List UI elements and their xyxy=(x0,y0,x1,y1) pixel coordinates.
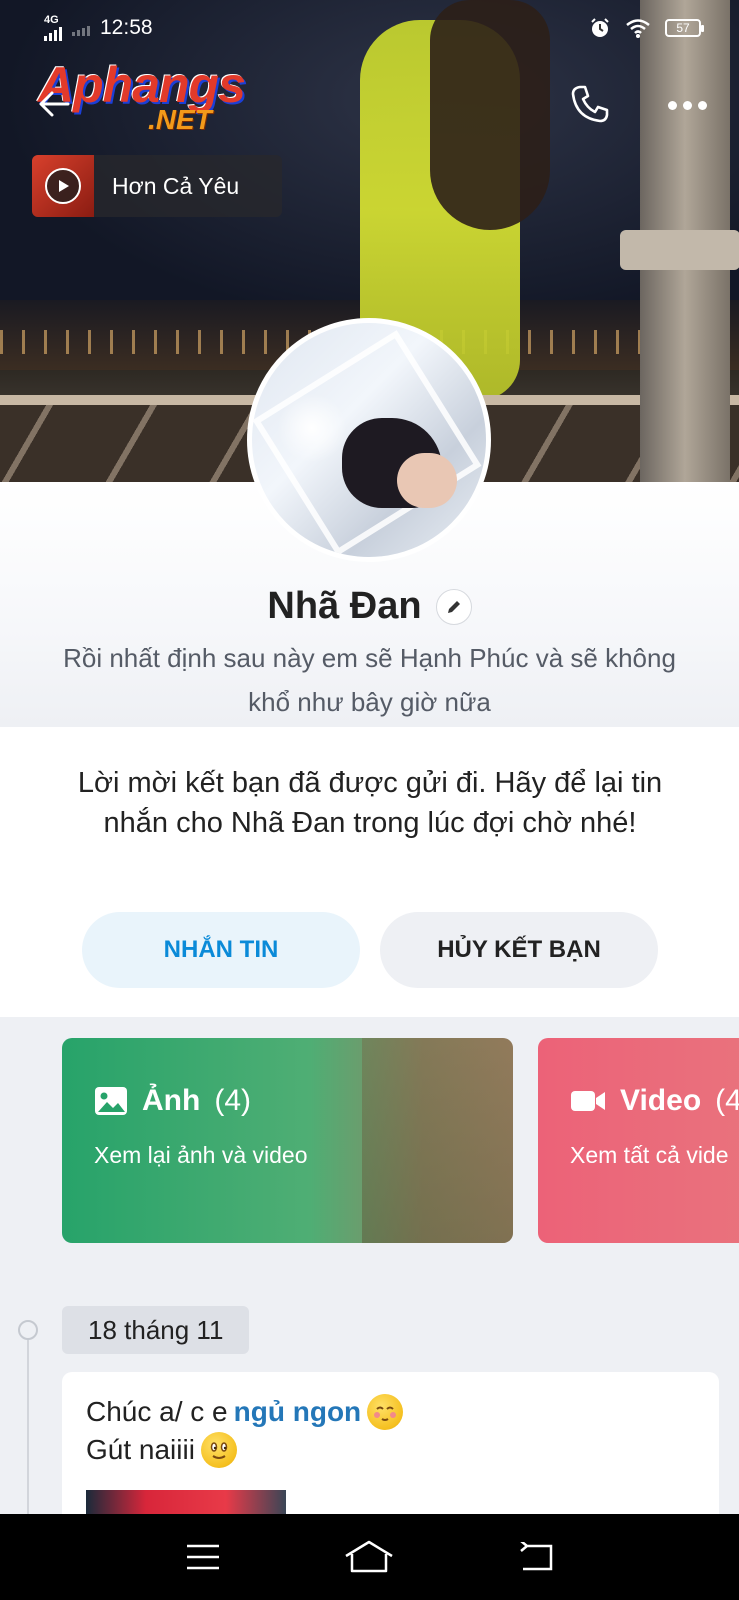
photos-count: (4) xyxy=(214,1084,251,1117)
return-icon xyxy=(520,1542,553,1571)
videos-title: Video xyxy=(620,1084,702,1117)
timeline-post[interactable]: Chúc a/ c e ngủ ngon Gút naiiii xyxy=(62,1372,719,1532)
request-message: Lời mời kết bạn đã được gửi đi. Hãy để l… xyxy=(77,767,663,839)
timeline-date: 18 tháng 11 xyxy=(62,1306,250,1354)
post-text-prefix: Chúc a/ c e xyxy=(86,1396,228,1427)
profile-name: Nhã Đan xyxy=(267,585,422,627)
profile-screen: 4G 12:58 57 Aphangs .NET Hơn Cả Yêu Nhã … xyxy=(0,0,739,1600)
post-line-2: Gút naiiii xyxy=(86,1432,237,1468)
clock: 12:58 xyxy=(100,16,153,39)
post-line-1: Chúc a/ c e ngủ ngon xyxy=(86,1394,404,1430)
music-title: Hơn Cả Yêu xyxy=(112,172,240,199)
system-navigation-bar xyxy=(0,1514,739,1600)
home-button[interactable] xyxy=(339,1532,399,1582)
timeline-dot xyxy=(18,1320,38,1340)
cancel-friend-request-button[interactable]: HỦY KẾT BẠN xyxy=(380,912,658,988)
back-button[interactable] xyxy=(34,84,78,128)
signal-icon xyxy=(44,25,62,41)
phone-icon xyxy=(571,85,609,123)
logo-suffix: .NET xyxy=(148,104,212,135)
photos-card[interactable]: Ảnh (4) Xem lại ảnh và video xyxy=(62,1038,513,1243)
timeline-line xyxy=(27,1330,29,1520)
status-bar: 4G 12:58 57 xyxy=(0,0,739,56)
menu-button[interactable] xyxy=(173,1532,233,1582)
edit-name-button[interactable] xyxy=(435,588,472,625)
music-album-art xyxy=(32,155,94,217)
home-icon xyxy=(345,1540,394,1573)
blushing-emoji-icon xyxy=(367,1394,404,1430)
battery-icon: 57 xyxy=(665,19,704,37)
profile-music-player[interactable]: Hơn Cả Yêu xyxy=(32,155,282,217)
photos-title: Ảnh xyxy=(142,1084,201,1117)
post-highlight-link[interactable]: ngủ ngon xyxy=(234,1396,362,1428)
profile-bio: Rồi nhất định sau này em sẽ Hạnh Phúc và… xyxy=(63,643,676,717)
play-button[interactable] xyxy=(45,168,81,204)
image-icon xyxy=(95,1087,127,1115)
avatar[interactable] xyxy=(247,318,491,562)
post-text-line-2: Gút naiiii xyxy=(86,1434,195,1465)
return-button[interactable] xyxy=(506,1532,566,1582)
videos-card[interactable]: Video (4) Xem tất cả vide xyxy=(538,1038,739,1243)
profile-name-row: Nhã Đan xyxy=(0,585,739,628)
battery-level: 57 xyxy=(676,21,690,35)
alarm-icon xyxy=(591,18,609,37)
pencil-icon xyxy=(447,600,460,613)
signal-2-icon xyxy=(72,20,90,36)
send-message-button[interactable]: NHẮN TIN xyxy=(82,912,360,988)
more-options-button[interactable] xyxy=(668,90,718,120)
smiling-emoji-icon xyxy=(200,1432,237,1468)
call-button[interactable] xyxy=(568,82,618,132)
videos-subtitle: Xem tất cả vide xyxy=(570,1142,729,1168)
play-icon xyxy=(59,180,69,192)
wifi-icon xyxy=(626,19,650,38)
back-arrow-icon xyxy=(39,91,70,117)
photos-subtitle: Xem lại ảnh và video xyxy=(94,1142,308,1168)
network-type: 4G xyxy=(44,14,59,26)
more-dots-icon xyxy=(668,100,677,110)
video-camera-icon xyxy=(571,1091,605,1111)
menu-icon xyxy=(187,1544,220,1570)
videos-count: (4) xyxy=(715,1084,739,1117)
